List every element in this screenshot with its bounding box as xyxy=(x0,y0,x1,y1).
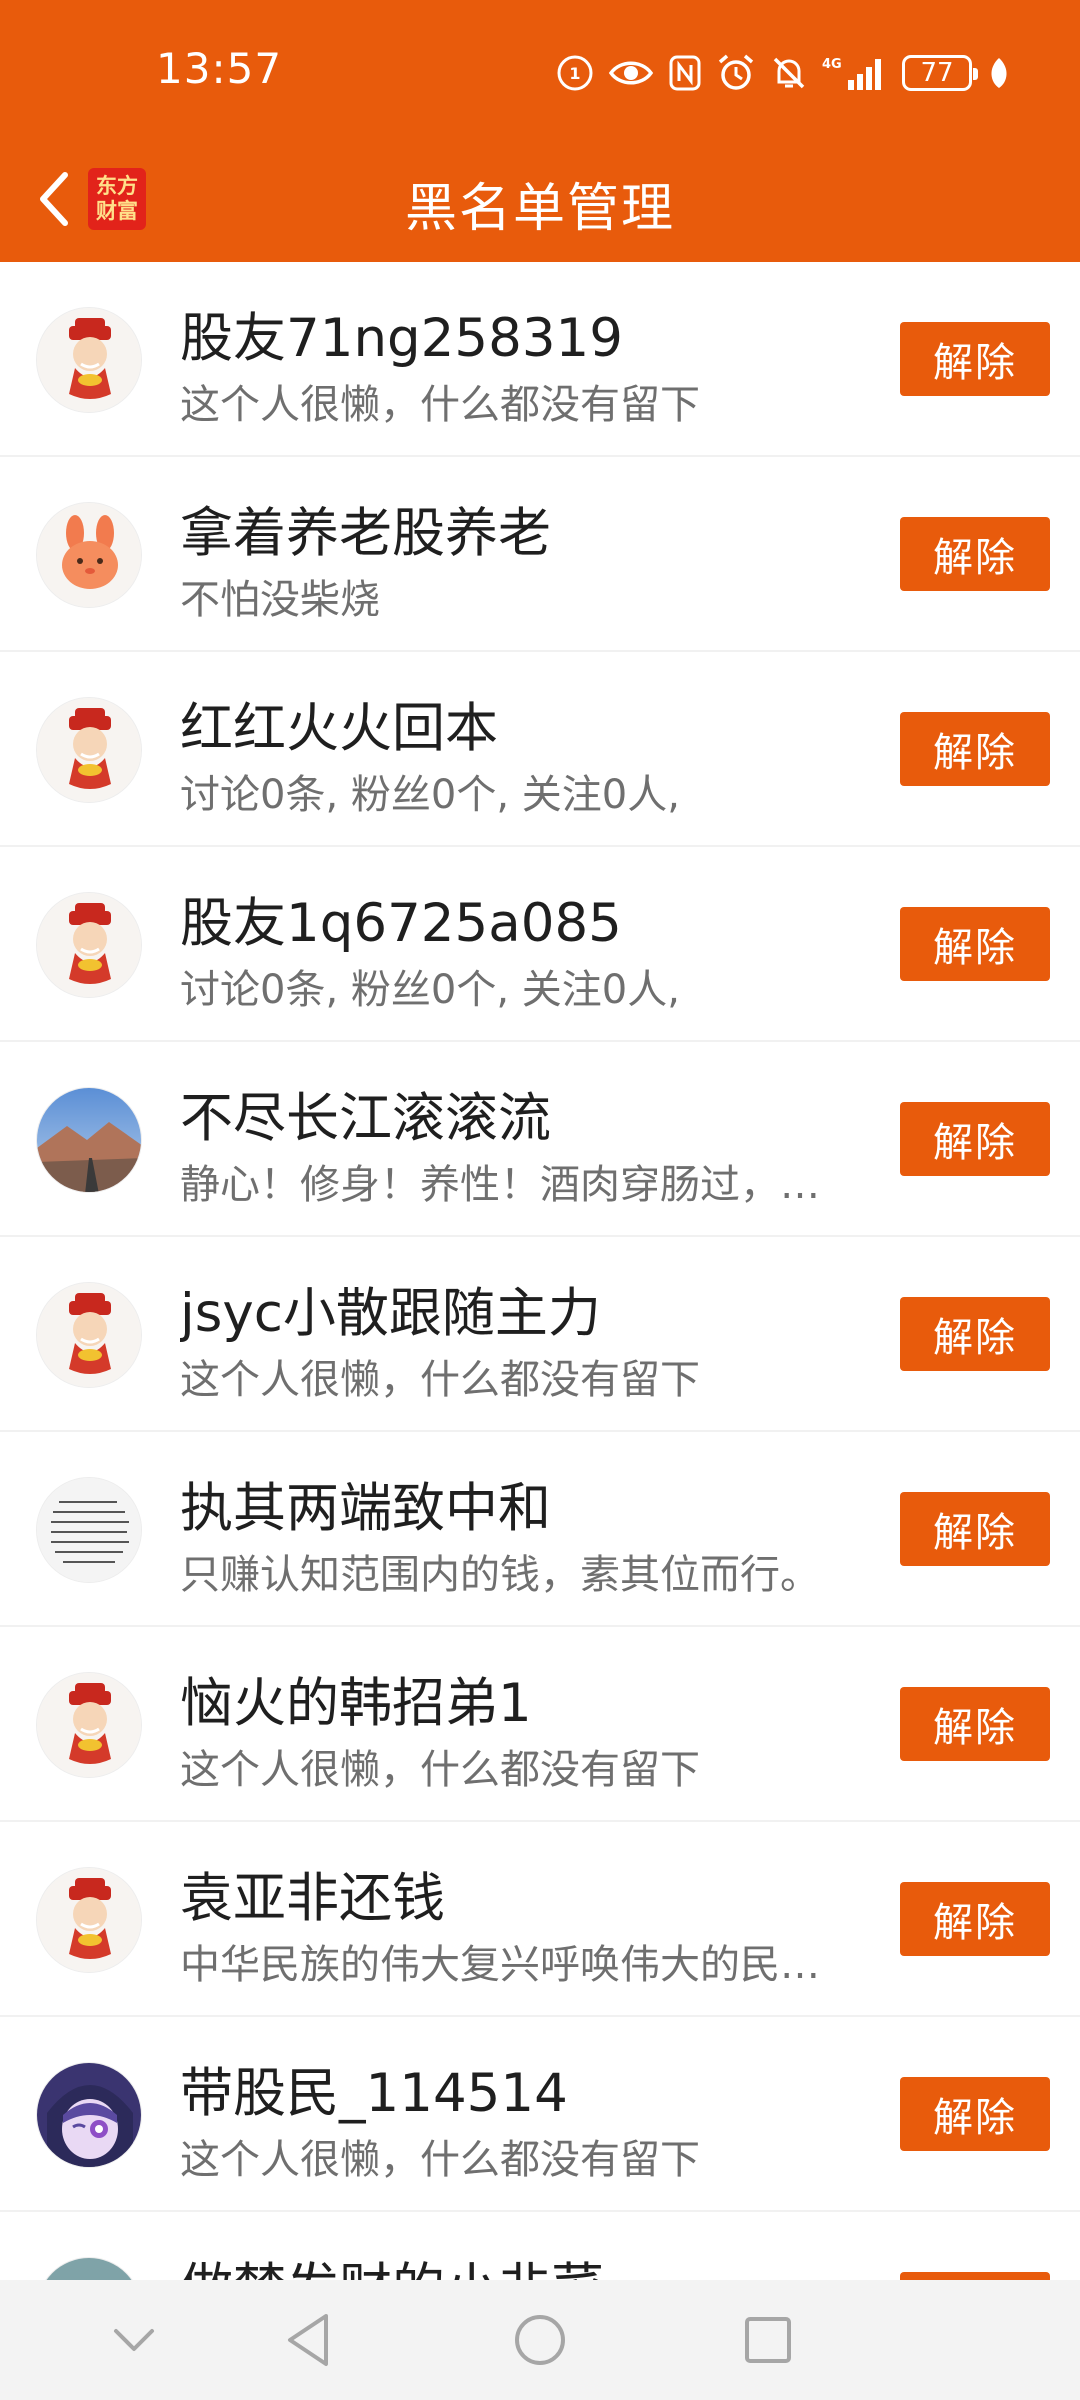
remove-button[interactable]: 解除 xyxy=(900,1297,1050,1371)
leaf-icon xyxy=(991,58,1007,88)
item-name[interactable]: 带股民_114514 xyxy=(180,2051,880,2127)
item-name[interactable]: jsyc小散跟随主力 xyxy=(180,1271,880,1347)
landscape-avatar[interactable] xyxy=(36,1087,142,1193)
status-bar: 13:57 1 4G 77 xyxy=(0,0,1080,140)
item-bio: 这个人很懒，什么都没有留下 xyxy=(180,1357,700,1403)
remove-button[interactable]: 解除 xyxy=(900,1687,1050,1761)
battery-icon: 77 xyxy=(902,55,978,91)
list-item: 恼火的韩招弟1 这个人很懒，什么都没有留下 解除 xyxy=(0,1627,1080,1822)
item-name[interactable]: 拿着养老股养老 xyxy=(180,491,880,567)
caishen-avatar[interactable] xyxy=(36,1672,142,1778)
hd-icon: 1 xyxy=(557,55,593,91)
rabbit-avatar[interactable] xyxy=(36,502,142,608)
list-item: 红红火火回本 讨论0条, 粉丝0个, 关注0人, 解除 xyxy=(0,652,1080,847)
svg-text:4G: 4G xyxy=(822,57,842,72)
header: 13:57 1 4G 77 东方 财富 黑名单管理 xyxy=(0,0,1080,262)
remove-button[interactable]: 解除 xyxy=(900,1102,1050,1176)
list-item: 袁亚非还钱 中华民族的伟大复兴呼唤伟大的民… 解除 xyxy=(0,1822,1080,2017)
recents-nav-button[interactable] xyxy=(734,2306,802,2374)
text-avatar[interactable] xyxy=(36,1477,142,1583)
svg-text:1: 1 xyxy=(569,64,580,83)
signal-icon: 4G xyxy=(822,57,881,90)
title-bar: 东方 财富 黑名单管理 xyxy=(0,140,1080,262)
item-name[interactable]: 袁亚非还钱 xyxy=(180,1856,880,1932)
remove-button[interactable]: 解除 xyxy=(900,1882,1050,1956)
item-name[interactable]: 红红火火回本 xyxy=(180,686,880,762)
item-bio: 这个人很懒，什么都没有留下 xyxy=(180,1747,700,1793)
list-item: jsyc小散跟随主力 这个人很懒，什么都没有留下 解除 xyxy=(0,1237,1080,1432)
list-item: 执其两端致中和 只赚认知范围内的钱，素其位而行。 解除 xyxy=(0,1432,1080,1627)
status-icons: 1 4G 77 xyxy=(556,52,1012,94)
mute-icon xyxy=(773,57,805,89)
blacklist: 股友71ng258319 这个人很懒，什么都没有留下 解除 拿着养老股养老 不怕… xyxy=(0,262,1080,2302)
circle-home-icon xyxy=(515,2315,565,2365)
hide-keyboard-button[interactable] xyxy=(100,2306,168,2374)
anime-avatar[interactable] xyxy=(36,2062,142,2168)
alarm-icon xyxy=(718,54,754,90)
chevron-down-icon xyxy=(114,2329,154,2351)
item-name[interactable]: 不尽长江滚滚流 xyxy=(180,1076,880,1152)
square-recents-icon xyxy=(745,2317,791,2363)
item-name[interactable]: 股友1q6725a085 xyxy=(180,881,880,957)
item-name[interactable]: 恼火的韩招弟1 xyxy=(180,1661,880,1737)
caishen-avatar[interactable] xyxy=(36,307,142,413)
item-bio: 讨论0条, 粉丝0个, 关注0人, xyxy=(180,772,680,818)
caishen-avatar[interactable] xyxy=(36,892,142,998)
item-bio: 只赚认知范围内的钱，素其位而行。 xyxy=(180,1552,820,1598)
item-bio: 中华民族的伟大复兴呼唤伟大的民… xyxy=(180,1942,820,1988)
item-name[interactable]: 执其两端致中和 xyxy=(180,1466,880,1542)
list-item: 拿着养老股养老 不怕没柴烧 解除 xyxy=(0,457,1080,652)
remove-button[interactable]: 解除 xyxy=(900,1492,1050,1566)
eye-icon xyxy=(608,61,654,85)
list-item: 股友71ng258319 这个人很懒，什么都没有留下 解除 xyxy=(0,262,1080,457)
caishen-avatar[interactable] xyxy=(36,697,142,803)
home-nav-button[interactable] xyxy=(506,2306,574,2374)
remove-button[interactable]: 解除 xyxy=(900,2077,1050,2151)
remove-button[interactable]: 解除 xyxy=(900,517,1050,591)
remove-button[interactable]: 解除 xyxy=(900,322,1050,396)
list-item: 股友1q6725a085 讨论0条, 粉丝0个, 关注0人, 解除 xyxy=(0,847,1080,1042)
back-nav-button[interactable] xyxy=(274,2306,342,2374)
item-bio: 这个人很懒，什么都没有留下 xyxy=(180,2137,700,2183)
item-bio: 这个人很懒，什么都没有留下 xyxy=(180,382,700,428)
item-bio: 讨论0条, 粉丝0个, 关注0人, xyxy=(180,967,680,1013)
status-time: 13:57 xyxy=(156,44,283,93)
caishen-avatar[interactable] xyxy=(36,1282,142,1388)
navigation-bar xyxy=(0,2280,1080,2400)
remove-button[interactable]: 解除 xyxy=(900,907,1050,981)
caishen-avatar[interactable] xyxy=(36,1867,142,1973)
item-bio: 静心！修身！养性！酒肉穿肠过，… xyxy=(180,1162,820,1208)
nfc-icon xyxy=(669,55,701,91)
screen: 13:57 1 4G 77 东方 财富 黑名单管理 股友71ng258319 这… xyxy=(0,0,1080,2400)
list-item: 不尽长江滚滚流 静心！修身！养性！酒肉穿肠过，… 解除 xyxy=(0,1042,1080,1237)
remove-button[interactable]: 解除 xyxy=(900,712,1050,786)
item-name[interactable]: 股友71ng258319 xyxy=(180,296,880,372)
list-item: 带股民_114514 这个人很懒，什么都没有留下 解除 xyxy=(0,2017,1080,2212)
triangle-back-icon xyxy=(288,2314,328,2366)
page-title: 黑名单管理 xyxy=(404,179,675,239)
item-bio: 不怕没柴烧 xyxy=(180,577,380,623)
